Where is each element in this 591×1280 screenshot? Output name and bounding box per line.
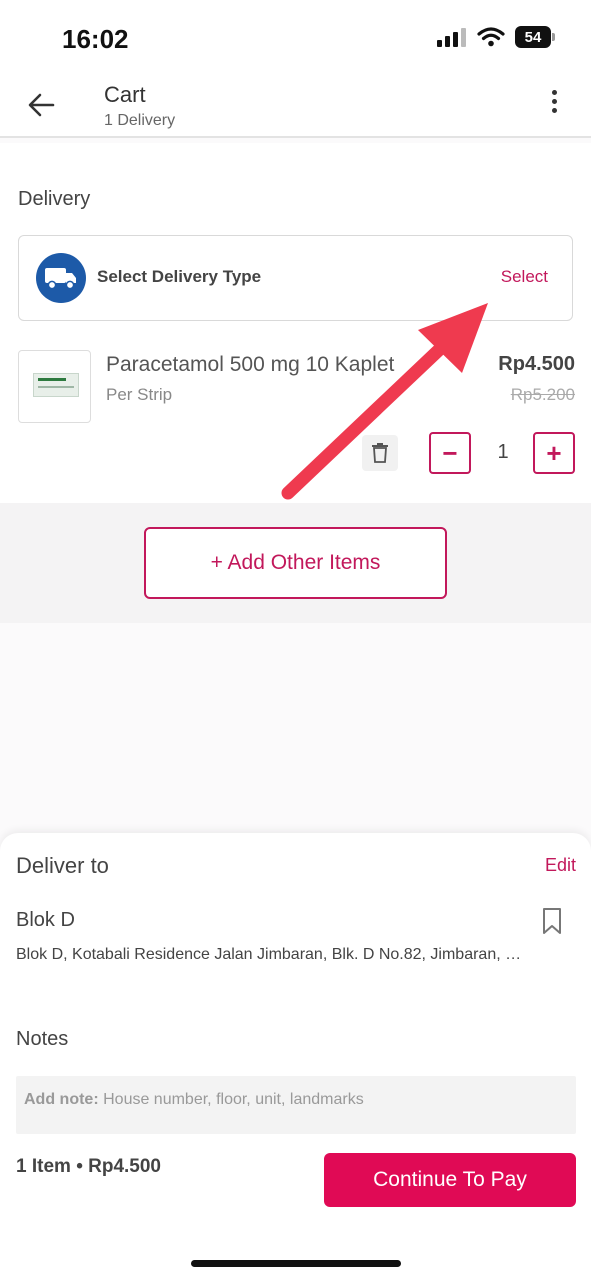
- select-delivery-link[interactable]: Select: [501, 267, 548, 287]
- bookmark-icon[interactable]: [541, 907, 563, 935]
- page-subtitle: 1 Delivery: [104, 112, 176, 129]
- edit-address-link[interactable]: Edit: [545, 855, 576, 876]
- product-original-price: Rp5.200: [510, 385, 575, 404]
- product-unit: Per Strip: [106, 385, 173, 404]
- notes-placeholder-text: House number, floor, unit, landmarks: [103, 1091, 364, 1108]
- delivery-section-title: Delivery: [18, 188, 91, 210]
- delete-item-button[interactable]: [362, 435, 398, 471]
- delivery-type-selector[interactable]: Select Delivery Type Select: [18, 235, 573, 321]
- notes-input[interactable]: Add note: House number, floor, unit, lan…: [16, 1076, 576, 1134]
- trash-icon: [372, 443, 388, 463]
- app-header: Cart 1 Delivery: [0, 78, 591, 138]
- signal-icon: [437, 28, 466, 47]
- quantity-value: 1: [497, 441, 509, 463]
- address-name: Blok D: [16, 909, 75, 931]
- battery-icon: 54: [515, 26, 555, 48]
- back-arrow-icon[interactable]: [26, 90, 56, 120]
- product-price: Rp4.500: [498, 353, 575, 375]
- decrease-quantity-button[interactable]: −: [429, 432, 471, 474]
- cart-section: Delivery Select Delivery Type Select Par…: [0, 143, 591, 503]
- checkout-sheet: Deliver to Edit Blok D Blok D, Kotabali …: [0, 833, 591, 1280]
- address-detail: Blok D, Kotabali Residence Jalan Jimbara…: [16, 946, 526, 963]
- notes-title: Notes: [16, 1028, 69, 1050]
- status-bar: 16:02 54: [0, 0, 591, 78]
- deliver-to-title: Deliver to: [16, 853, 109, 878]
- status-time: 16:02: [62, 24, 129, 54]
- wifi-icon: [477, 27, 505, 47]
- status-icons: 54: [437, 26, 555, 48]
- product-name[interactable]: Paracetamol 500 mg 10 Kaplet: [106, 353, 394, 377]
- order-summary: 1 Item • Rp4.500: [16, 1156, 161, 1177]
- more-options-icon[interactable]: [549, 90, 559, 120]
- page-title: Cart: [104, 82, 146, 107]
- notes-placeholder-label: Add note:: [24, 1091, 99, 1108]
- add-items-strip: + Add Other Items: [0, 503, 591, 623]
- delivery-type-label: Select Delivery Type: [97, 267, 262, 286]
- truck-icon: [36, 253, 86, 303]
- continue-to-pay-button[interactable]: Continue To Pay: [324, 1153, 576, 1207]
- add-other-items-button[interactable]: + Add Other Items: [144, 527, 447, 599]
- home-indicator: [191, 1260, 401, 1267]
- increase-quantity-button[interactable]: +: [533, 432, 575, 474]
- product-image[interactable]: [18, 350, 91, 423]
